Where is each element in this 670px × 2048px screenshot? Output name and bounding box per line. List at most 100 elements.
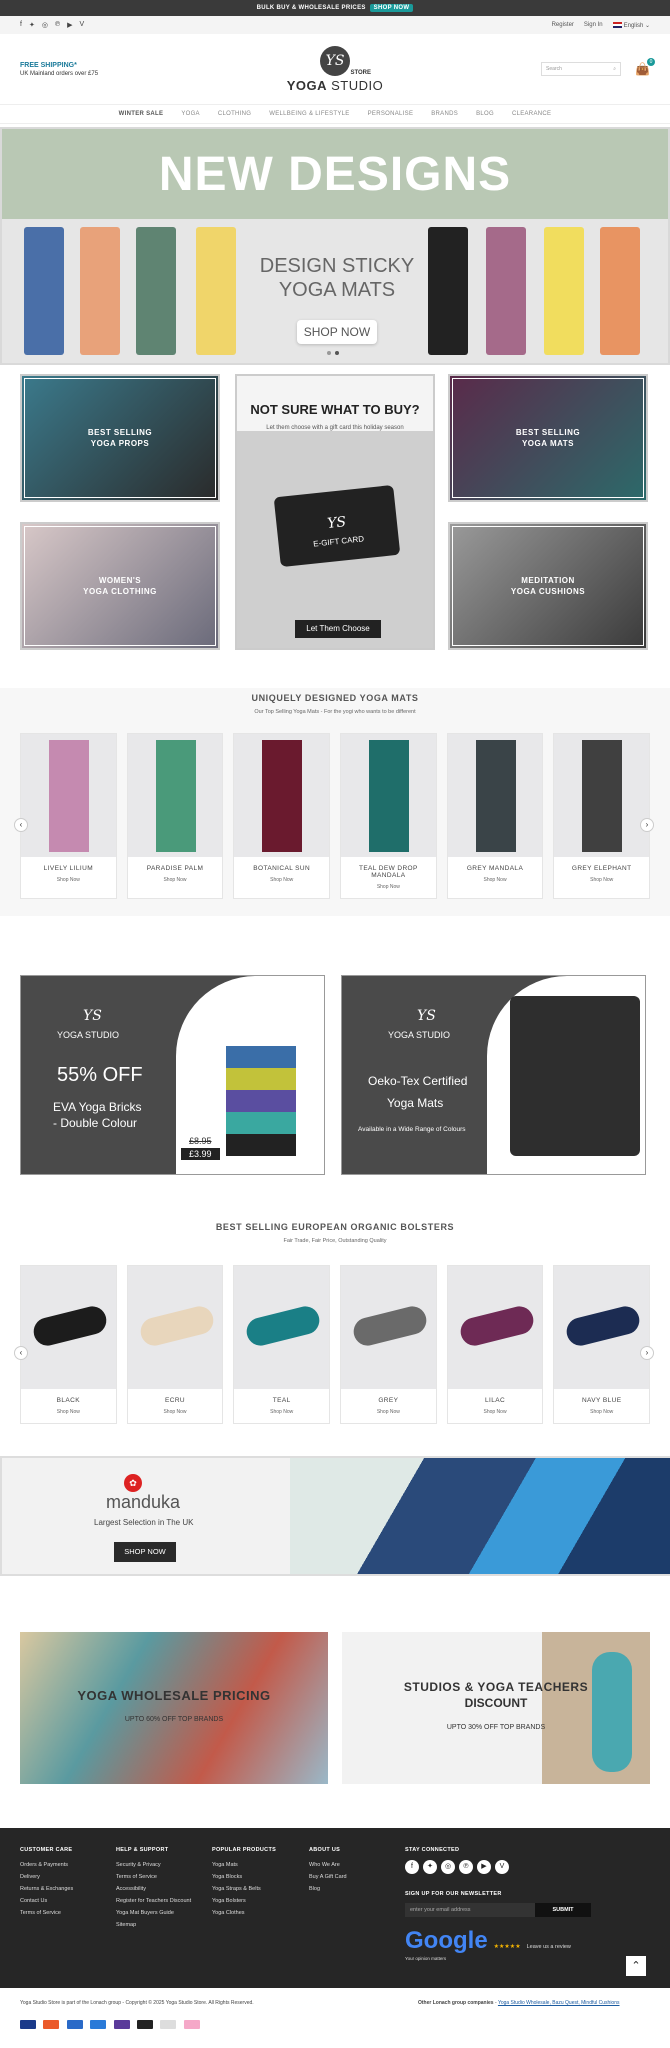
- footer-link[interactable]: Terms of Service: [20, 1907, 73, 1919]
- promo-bricks[interactable]: YS YOGA STUDIO 55% OFF EVA Yoga Bricks -…: [20, 975, 325, 1175]
- tile-yoga-mats[interactable]: BEST SELLING YOGA MATS: [448, 374, 648, 502]
- slider-dot[interactable]: [327, 351, 331, 355]
- footer-link[interactable]: Returns & Exchanges: [20, 1883, 73, 1895]
- facebook-icon[interactable]: f: [405, 1860, 419, 1874]
- site-logo[interactable]: YS YOGA STUDIO STORE: [275, 46, 395, 93]
- manduka-banner[interactable]: ✿ manduka Largest Selection in The UK SH…: [0, 1456, 670, 1576]
- footer-link[interactable]: Security & Privacy: [116, 1859, 191, 1871]
- promo-oekotex[interactable]: YS YOGA STUDIO Oeko-Tex Certified Yoga M…: [341, 975, 646, 1175]
- footer-link[interactable]: Buy A Gift Card: [309, 1871, 347, 1883]
- slider-dots[interactable]: [327, 351, 339, 355]
- product-shop-link[interactable]: Shop Now: [554, 1409, 649, 1415]
- youtube-icon[interactable]: ▶: [67, 21, 72, 29]
- product-card[interactable]: TEAL DEW DROP MANDALA Shop Now: [340, 733, 437, 899]
- product-shop-link[interactable]: Shop Now: [21, 1409, 116, 1415]
- gift-choose-button[interactable]: Let Them Choose: [295, 620, 381, 638]
- product-shop-link[interactable]: Shop Now: [21, 877, 116, 883]
- product-card[interactable]: GREY Shop Now: [340, 1265, 437, 1424]
- language-select[interactable]: English ⌄: [612, 21, 650, 29]
- product-card[interactable]: BLACK Shop Now: [20, 1265, 117, 1424]
- product-card[interactable]: LIVELY LILIUM Shop Now: [20, 733, 117, 899]
- product-shop-link[interactable]: Shop Now: [554, 877, 649, 883]
- tile-womens-clothing[interactable]: WOMEN'S YOGA CLOTHING: [20, 522, 220, 650]
- vimeo-icon[interactable]: V: [495, 1860, 509, 1874]
- footer-link[interactable]: Yoga Mat Buyers Guide: [116, 1907, 191, 1919]
- nav-winter-sale[interactable]: WINTER SALE: [119, 111, 164, 117]
- product-card[interactable]: TEAL Shop Now: [233, 1265, 331, 1424]
- footer-link[interactable]: Yoga Blocks: [212, 1871, 276, 1883]
- footer-link[interactable]: Yoga Mats: [212, 1859, 276, 1871]
- product-card[interactable]: GREY ELEPHANT Shop Now: [553, 733, 651, 899]
- search-icon[interactable]: ⌕: [613, 66, 616, 72]
- footer-link[interactable]: Yoga Bolsters: [212, 1895, 276, 1907]
- product-shop-link[interactable]: Shop Now: [448, 877, 543, 883]
- product-shop-link[interactable]: Shop Now: [128, 877, 223, 883]
- product-card[interactable]: ECRU Shop Now: [126, 1265, 224, 1424]
- review-link[interactable]: Leave us a review: [527, 1941, 571, 1953]
- product-card[interactable]: PARADISE PALM Shop Now: [126, 733, 224, 899]
- tile-meditation-cushions[interactable]: MEDITATION YOGA CUSHIONS: [448, 522, 648, 650]
- footer-link[interactable]: Yoga Straps & Belts: [212, 1883, 276, 1895]
- tile-yoga-props[interactable]: BEST SELLING YOGA PROPS: [20, 374, 220, 502]
- nav-clearance[interactable]: CLEARANCE: [512, 111, 551, 117]
- wholesale-tile[interactable]: YOGA WHOLESALE PRICING UPTO 60% OFF TOP …: [20, 1632, 328, 1784]
- vimeo-icon[interactable]: V: [80, 21, 85, 29]
- newsletter-submit-button[interactable]: SUBMIT: [535, 1903, 591, 1917]
- topbar-shop-button[interactable]: SHOP NOW: [369, 4, 414, 12]
- carousel-prev-button[interactable]: ‹: [14, 818, 28, 832]
- carousel-next-button[interactable]: ›: [640, 1346, 654, 1360]
- footer-link[interactable]: Accessibility: [116, 1883, 191, 1895]
- product-shop-link[interactable]: Shop Now: [448, 1409, 543, 1415]
- product-card[interactable]: BOTANICAL SUN Shop Now: [233, 733, 331, 899]
- teachers-tile[interactable]: STUDIOS & YOGA TEACHERS DISCOUNT UPTO 30…: [342, 1632, 650, 1784]
- other-companies-links[interactable]: Yoga Studio Wholesale, Bazu Quest, Mindf…: [498, 2000, 620, 2006]
- nav-personalise[interactable]: PERSONALISE: [368, 111, 414, 117]
- hero-shop-button[interactable]: SHOP NOW: [297, 320, 377, 344]
- footer-link[interactable]: Sitemap: [116, 1919, 191, 1931]
- register-link[interactable]: Register: [552, 22, 574, 28]
- hero-banner[interactable]: NEW DESIGNS DESIGN STICKY YOGA MATS SHOP…: [0, 127, 670, 365]
- slider-dot[interactable]: [335, 351, 339, 355]
- carousel-next-button[interactable]: ›: [640, 818, 654, 832]
- product-shop-link[interactable]: Shop Now: [234, 877, 329, 883]
- nav-brands[interactable]: BRANDS: [431, 111, 458, 117]
- product-shop-link[interactable]: Shop Now: [234, 1409, 329, 1415]
- instagram-icon[interactable]: ◎: [441, 1860, 455, 1874]
- pinterest-icon[interactable]: ℗: [55, 21, 60, 29]
- manduka-shop-button[interactable]: SHOP NOW: [114, 1542, 176, 1562]
- footer-link[interactable]: Who We Are: [309, 1859, 347, 1871]
- google-reviews[interactable]: Google Your opinion matters ★★★★★ Leave …: [405, 1929, 591, 1965]
- footer-link[interactable]: Register for Teachers Discount: [116, 1895, 191, 1907]
- nav-blog[interactable]: BLOG: [476, 111, 494, 117]
- product-card[interactable]: GREY MANDALA Shop Now: [446, 733, 544, 899]
- nav-clothing[interactable]: CLOTHING: [218, 111, 251, 117]
- twitter-icon[interactable]: ✦: [423, 1860, 437, 1874]
- carousel-prev-button[interactable]: ‹: [14, 1346, 28, 1360]
- signin-link[interactable]: Sign In: [584, 22, 603, 28]
- back-to-top-button[interactable]: ⌃: [626, 1956, 646, 1976]
- product-card[interactable]: LILAC Shop Now: [446, 1265, 544, 1424]
- cart-button[interactable]: 👜 0: [635, 58, 655, 76]
- facebook-icon[interactable]: f: [20, 21, 22, 29]
- nav-yoga[interactable]: YOGA: [181, 111, 200, 117]
- newsletter-email-input[interactable]: enter your email address: [405, 1903, 535, 1917]
- twitter-icon[interactable]: ✦: [29, 21, 35, 29]
- instagram-icon[interactable]: ◎: [42, 21, 48, 29]
- promo-headline: 55% OFF: [57, 1064, 143, 1086]
- footer-link[interactable]: Delivery: [20, 1871, 73, 1883]
- product-shop-link[interactable]: Shop Now: [128, 1409, 223, 1415]
- youtube-icon[interactable]: ▶: [477, 1860, 491, 1874]
- footer-link[interactable]: Orders & Payments: [20, 1859, 73, 1871]
- product-card[interactable]: NAVY BLUE Shop Now: [553, 1265, 651, 1424]
- pinterest-icon[interactable]: ℗: [459, 1860, 473, 1874]
- footer-link[interactable]: Contact Us: [20, 1895, 73, 1907]
- gift-card-tile[interactable]: NOT SURE WHAT TO BUY? Let them choose wi…: [235, 374, 435, 650]
- footer-link[interactable]: Blog: [309, 1883, 347, 1895]
- footer-link[interactable]: Yoga Clothes: [212, 1907, 276, 1919]
- main-nav: WINTER SALE YOGA CLOTHING WELLBEING & LI…: [0, 104, 670, 124]
- product-shop-link[interactable]: Shop Now: [341, 884, 436, 890]
- footer-link[interactable]: Terms of Service: [116, 1871, 191, 1883]
- product-shop-link[interactable]: Shop Now: [341, 1409, 436, 1415]
- nav-wellbeing[interactable]: WELLBEING & LIFESTYLE: [269, 111, 349, 117]
- search-input[interactable]: Search ⌕: [541, 62, 622, 76]
